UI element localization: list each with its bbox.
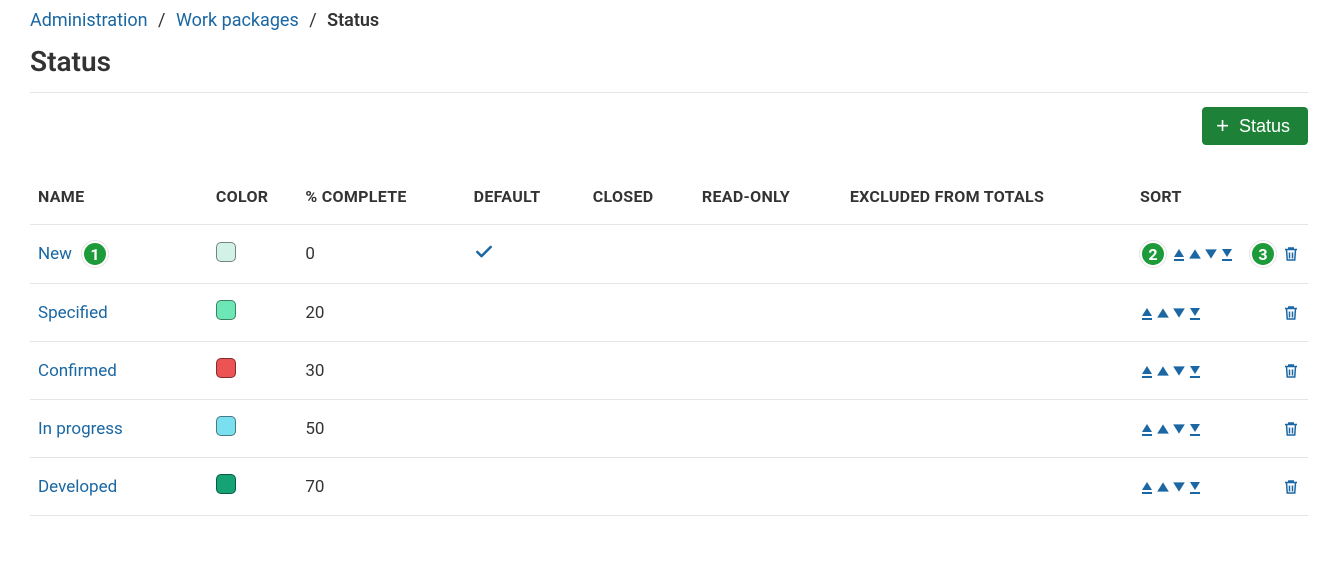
breadcrumb-separator: / [158,10,165,31]
breadcrumb-status: Status [327,10,379,31]
move-to-top-icon[interactable] [1140,306,1154,320]
th-pct: % COMPLETE [297,175,465,225]
percent-complete-value: 0 [297,225,465,284]
add-status-label: Status [1239,116,1290,137]
status-name-link[interactable]: New [38,244,72,264]
percent-complete-value: 20 [297,284,465,342]
color-swatch [216,474,236,494]
move-to-top-icon[interactable] [1140,480,1154,494]
toolbar: + Status [30,107,1308,145]
th-default: DEFAULT [466,175,585,225]
move-up-icon[interactable] [1156,364,1170,378]
status-table: NAME COLOR % COMPLETE DEFAULT CLOSED REA… [30,175,1308,516]
th-excluded: EXCLUDED FROM TOTALS [842,175,1132,225]
move-up-icon[interactable] [1156,480,1170,494]
check-icon [474,247,494,267]
move-down-icon[interactable] [1172,480,1186,494]
percent-complete-value: 50 [297,400,465,458]
breadcrumb: Administration / Work packages / Status [30,10,1308,31]
table-row: Confirmed 30 [30,342,1308,400]
status-name-link[interactable]: Confirmed [38,361,117,381]
color-swatch [216,300,236,320]
move-to-bottom-icon[interactable] [1188,480,1202,494]
status-name-link[interactable]: In progress [38,419,123,439]
th-readonly: READ-ONLY [694,175,842,225]
annotation-marker-3: 3 [1250,241,1276,267]
move-to-top-icon[interactable] [1172,247,1186,261]
annotation-marker-1: 1 [82,241,108,267]
move-up-icon[interactable] [1156,422,1170,436]
th-delete [1242,175,1308,225]
table-row: Specified 20 [30,284,1308,342]
delete-icon[interactable] [1282,303,1300,323]
th-color: COLOR [208,175,297,225]
annotation-marker-2: 2 [1140,241,1166,267]
move-up-icon[interactable] [1188,247,1202,261]
delete-icon[interactable] [1282,361,1300,381]
delete-icon[interactable] [1282,244,1300,264]
move-to-bottom-icon[interactable] [1188,422,1202,436]
breadcrumb-work-packages[interactable]: Work packages [176,10,299,31]
percent-complete-value: 70 [297,458,465,516]
move-to-top-icon[interactable] [1140,364,1154,378]
color-swatch [216,242,236,262]
table-row: Developed 70 [30,458,1308,516]
plus-icon: + [1216,115,1229,137]
breadcrumb-separator: / [309,10,316,31]
move-to-bottom-icon[interactable] [1188,306,1202,320]
table-row: New 1 0 2 3 [30,225,1308,284]
move-down-icon[interactable] [1172,306,1186,320]
move-down-icon[interactable] [1172,422,1186,436]
move-to-bottom-icon[interactable] [1188,364,1202,378]
move-down-icon[interactable] [1204,247,1218,261]
move-up-icon[interactable] [1156,306,1170,320]
delete-icon[interactable] [1282,477,1300,497]
move-to-bottom-icon[interactable] [1220,247,1234,261]
move-down-icon[interactable] [1172,364,1186,378]
page-title: Status [30,45,1308,78]
status-name-link[interactable]: Developed [38,477,117,497]
th-sort: SORT [1132,175,1242,225]
move-to-top-icon[interactable] [1140,422,1154,436]
th-name: NAME [30,175,208,225]
status-name-link[interactable]: Specified [38,303,108,323]
color-swatch [216,358,236,378]
percent-complete-value: 30 [297,342,465,400]
th-closed: CLOSED [585,175,694,225]
color-swatch [216,416,236,436]
delete-icon[interactable] [1282,419,1300,439]
add-status-button[interactable]: + Status [1202,107,1308,145]
divider [30,92,1308,93]
breadcrumb-administration[interactable]: Administration [30,10,148,31]
table-row: In progress 50 [30,400,1308,458]
